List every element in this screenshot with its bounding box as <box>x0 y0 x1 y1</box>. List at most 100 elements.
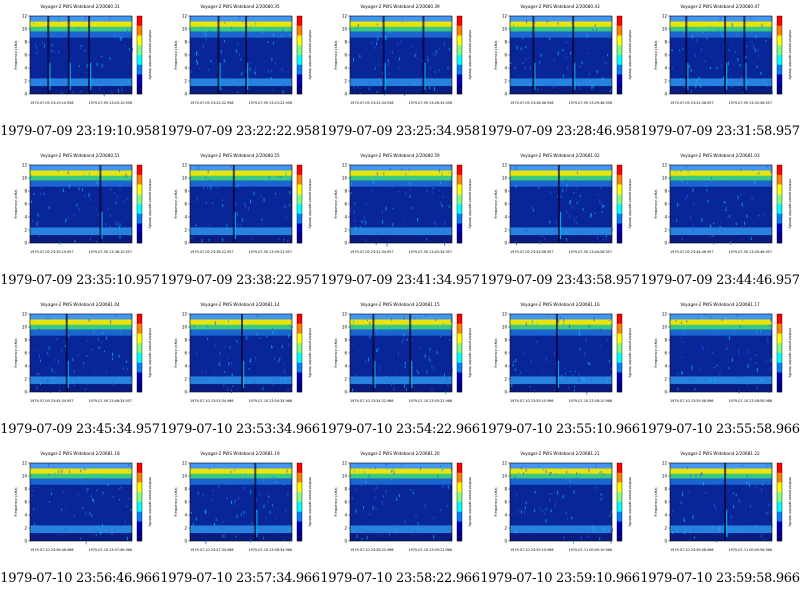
spectrogram-thumbnail[interactable]: Voyager-2 PWS Wideband 2/20681.04 0 2 4 6 8 10… <box>0 298 160 447</box>
freq-tick-label: 12 <box>342 311 348 316</box>
freq-tick-label: 4 <box>24 512 27 517</box>
plot-title: Voyager-2 PWS Wideband 2/20680.43 <box>520 4 600 9</box>
freq-tick-label: 10 <box>342 473 348 478</box>
spectrogram-thumbnail[interactable]: Voyager-2 PWS Wideband 2/20681.14 0 2 4 6 8 10… <box>160 298 320 447</box>
spectrogram-thumbnail[interactable]: Voyager-2 PWS Wideband 2/20681.17 0 2 4 6 8 10… <box>640 298 800 447</box>
spectrogram-image: Voyager-2 PWS Wideband 2/20681.14 0 2 4 6 8 10… <box>160 298 320 420</box>
plot-title: Voyager-2 PWS Wideband 2/20681.04 <box>40 302 120 307</box>
freq-tick-label: 10 <box>342 26 348 31</box>
freq-tick-label: 4 <box>664 512 667 517</box>
freq-tick-label: 2 <box>24 78 27 83</box>
time-start-label: 1979-07-09 23:25:34.958 <box>350 101 394 105</box>
freq-tick-label: 2 <box>184 227 187 232</box>
time-end-label: 1979-07-09 23:26:34.958 <box>408 101 452 105</box>
spectrogram-thumbnail[interactable]: Voyager-2 PWS Wideband 2/20680.51 0 2 4 6 8 10… <box>0 149 160 298</box>
colorbar-label: relative power spectral density <box>468 328 472 378</box>
spectrogram-image: Voyager-2 PWS Wideband 2/20680.51 0 2 4 6 8 10… <box>0 149 160 271</box>
freq-tick-label: 4 <box>504 363 507 368</box>
freq-tick-label: 4 <box>344 65 347 70</box>
spectrogram-image: Voyager-2 PWS Wideband 2/20680.35 0 2 4 6 8 10… <box>160 0 320 122</box>
time-end-label: 1979-07-09 23:29:46.958 <box>568 101 612 105</box>
time-end-label: 1979-07-09 23:42:34.957 <box>408 250 452 254</box>
spectrogram-svg: Voyager-2 PWS Wideband 2/20681.04 0 2 4 6 8 10… <box>14 302 152 403</box>
time-end-label: 1979-07-09 23:46:34.957 <box>88 399 132 403</box>
plot-title: Voyager-2 PWS Wideband 2/20681.19 <box>200 451 280 456</box>
colorbar-label: relative power spectral density <box>308 30 312 80</box>
spectrogram-thumbnail[interactable]: Voyager-2 PWS Wideband 2/20681.15 0 2 4 6 8 10… <box>320 298 480 447</box>
freq-tick-label: 4 <box>184 512 187 517</box>
spectrogram-thumbnail[interactable]: Voyager-2 PWS Wideband 2/20681.19 0 2 4 6 8 10… <box>160 447 320 596</box>
freq-tick-label: 4 <box>504 512 507 517</box>
spectrogram-thumbnail[interactable]: Voyager-2 PWS Wideband 2/20680.43 0 2 4 6 8 10… <box>480 0 640 149</box>
freq-tick-label: 0 <box>504 538 507 543</box>
freq-tick-label: 10 <box>182 324 188 329</box>
freq-tick-label: 8 <box>184 486 187 491</box>
freq-tick-label: 8 <box>504 188 507 193</box>
spectrogram-thumbnail[interactable]: Voyager-2 PWS Wideband 2/20681.16 0 2 4 6 8 10… <box>480 298 640 447</box>
spectrogram-thumbnail[interactable]: Voyager-2 PWS Wideband 2/20680.55 0 2 4 6 8 10… <box>160 149 320 298</box>
colorbar-label: relative power spectral density <box>148 477 152 527</box>
freq-tick-label: 6 <box>344 350 347 355</box>
colorbar-label: relative power spectral density <box>468 30 472 80</box>
spectrogram-thumbnail[interactable]: Voyager-2 PWS Wideband 2/20681.03 0 2 4 6 8 10… <box>640 149 800 298</box>
freq-tick-label: 12 <box>502 13 508 18</box>
time-end-label: 1979-07-10 23:54:34.966 <box>248 399 292 403</box>
freq-tick-label: 10 <box>22 473 28 478</box>
freq-tick-label: 8 <box>184 188 187 193</box>
freq-tick-label: 8 <box>344 337 347 342</box>
spectrogram-thumbnail[interactable]: Voyager-2 PWS Wideband 2/20680.59 0 2 4 6 8 10… <box>320 149 480 298</box>
thumbnail-caption: 1979-07-10 23:56:46.966 <box>0 571 160 586</box>
burst-stripe <box>572 16 575 94</box>
time-start-label: 1979-07-09 23:35:10.957 <box>30 250 74 254</box>
y-axis-label: Frequency (kHz) <box>654 487 658 517</box>
spectrogram-thumbnail[interactable]: Voyager-2 PWS Wideband 2/20681.18 0 2 4 6 8 10… <box>0 447 160 596</box>
freq-tick-label: 10 <box>662 26 668 31</box>
spectrogram-image: Voyager-2 PWS Wideband 2/20681.02 0 2 4 6 8 10… <box>480 149 640 271</box>
spectrogram-thumbnail[interactable]: Voyager-2 PWS Wideband 2/20681.02 0 2 4 6 8 10… <box>480 149 640 298</box>
freq-tick-label: 6 <box>184 201 187 206</box>
y-axis-label: Frequency (kHz) <box>334 189 338 219</box>
spectrogram-thumbnail[interactable]: Voyager-2 PWS Wideband 2/20680.39 0 2 4 6 8 10… <box>320 0 480 149</box>
thumbnail-caption: 1979-07-09 23:25:34.958 <box>320 124 480 139</box>
freq-tick-label: 12 <box>662 460 668 465</box>
spectrogram-thumbnail[interactable]: Voyager-2 PWS Wideband 2/20680.35 0 2 4 6 8 10… <box>160 0 320 149</box>
freq-tick-label: 8 <box>184 39 187 44</box>
burst-stripe <box>245 16 248 94</box>
spectrogram-thumbnail[interactable]: Voyager-2 PWS Wideband 2/20680.47 0 2 4 6 8 10… <box>640 0 800 149</box>
y-axis-label: Frequency (kHz) <box>494 40 498 70</box>
freq-tick-label: 10 <box>502 324 508 329</box>
spectrogram-image: Voyager-2 PWS Wideband 2/20681.04 0 2 4 6 8 10… <box>0 298 160 420</box>
y-axis-label: Frequency (kHz) <box>14 487 18 517</box>
thumbnail-caption: 1979-07-10 23:55:58.966 <box>640 422 800 437</box>
y-axis-label: Frequency (kHz) <box>174 338 178 368</box>
spectrogram-thumbnail[interactable]: Voyager-2 PWS Wideband 2/20681.21 0 2 4 6 8 10… <box>480 447 640 596</box>
freq-tick-label: 0 <box>24 91 27 96</box>
freq-tick-label: 10 <box>182 473 188 478</box>
freq-tick-label: 0 <box>24 240 27 245</box>
time-end-label: 1979-07-10 23:57:46.966 <box>88 548 132 552</box>
thumbnail-caption: 1979-07-10 23:57:34.966 <box>160 571 320 586</box>
freq-tick-label: 8 <box>504 337 507 342</box>
freq-tick-label: 2 <box>344 525 347 530</box>
thumbnail-grid: Voyager-2 PWS Wideband 2/20680.31 0 2 4 6 8 10… <box>0 0 800 596</box>
burst-stripe <box>409 314 412 392</box>
plot-title: Voyager-2 PWS Wideband 2/20681.21 <box>520 451 600 456</box>
spectrogram-thumbnail[interactable]: Voyager-2 PWS Wideband 2/20680.31 0 2 4 6 8 10… <box>0 0 160 149</box>
freq-tick-label: 6 <box>184 52 187 57</box>
plot-title: Voyager-2 PWS Wideband 2/20680.55 <box>200 153 280 158</box>
time-end-label: 1979-07-10 23:56:10.966 <box>568 399 612 403</box>
spectrogram-thumbnail[interactable]: Voyager-2 PWS Wideband 2/20681.22 0 2 4 6 8 10… <box>640 447 800 596</box>
freq-tick-label: 0 <box>344 538 347 543</box>
freq-tick-label: 12 <box>342 162 348 167</box>
colorbar-label: relative power spectral density <box>788 179 792 229</box>
spectrogram-thumbnail[interactable]: Voyager-2 PWS Wideband 2/20681.20 0 2 4 6 8 10… <box>320 447 480 596</box>
thumbnail-caption: 1979-07-10 23:55:10.966 <box>480 422 640 437</box>
freq-tick-label: 0 <box>24 389 27 394</box>
freq-tick-label: 8 <box>24 188 27 193</box>
freq-tick-label: 10 <box>342 324 348 329</box>
freq-tick-label: 8 <box>24 39 27 44</box>
time-start-label: 1979-07-09 23:38:22.957 <box>190 250 234 254</box>
freq-tick-label: 2 <box>504 376 507 381</box>
time-end-label: 1979-07-09 23:45:46.957 <box>728 250 772 254</box>
burst-stripe <box>532 16 535 94</box>
